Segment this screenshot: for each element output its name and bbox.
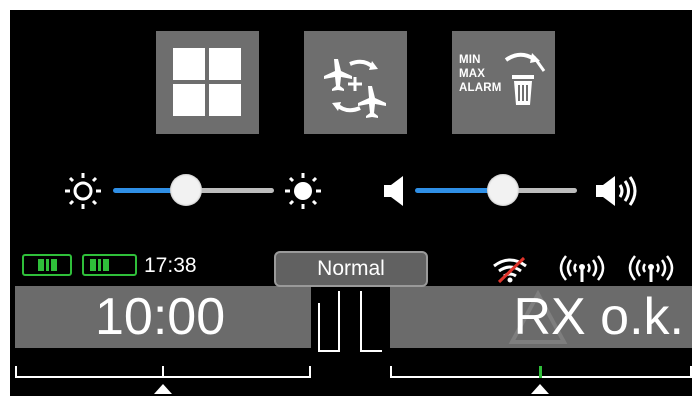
trim-marker-icon <box>531 384 549 394</box>
trim-bracket <box>360 291 362 351</box>
speaker-loud-icon <box>596 176 637 206</box>
sun-filled-icon <box>285 173 321 209</box>
sun-outline-icon <box>65 173 101 209</box>
layout-button[interactable] <box>156 31 259 134</box>
trim-bracket <box>360 350 382 352</box>
speaker-icon <box>384 176 403 206</box>
timer-widget[interactable]: 10:00 <box>15 286 311 348</box>
trim-bracket <box>318 303 320 351</box>
model-select-button[interactable] <box>304 31 407 134</box>
flight-mode-badge[interactable]: Normal <box>274 251 428 287</box>
transmitter-battery-icon <box>22 254 72 276</box>
clock: 17:38 <box>144 254 197 277</box>
trash-can-icon <box>504 52 546 105</box>
volume-knob[interactable] <box>487 174 519 206</box>
receiver-status-text: RX o.k. <box>513 288 685 346</box>
home-panel: MIN MAX ALARM 17:38 Normal 10:00 RX o.k. <box>10 10 692 396</box>
trim-bracket <box>318 350 340 352</box>
trim-bracket <box>338 291 340 351</box>
brightness-knob[interactable] <box>170 174 202 206</box>
screen: MIN MAX ALARM 17:38 Normal 10:00 RX o.k. <box>0 0 692 396</box>
receiver-battery-icon <box>82 254 137 276</box>
antenna-signal-icon <box>559 255 605 282</box>
timer-value: 10:00 <box>95 288 226 346</box>
receiver-status-widget[interactable]: RX o.k. <box>390 286 692 348</box>
reset-min-max-alarm-button[interactable]: MIN MAX ALARM <box>452 31 555 134</box>
wifi-disabled-icon <box>493 256 527 284</box>
add-model-cycle-icon <box>324 59 386 118</box>
antenna-signal-icon <box>628 255 674 282</box>
trim-marker-icon <box>154 384 172 394</box>
